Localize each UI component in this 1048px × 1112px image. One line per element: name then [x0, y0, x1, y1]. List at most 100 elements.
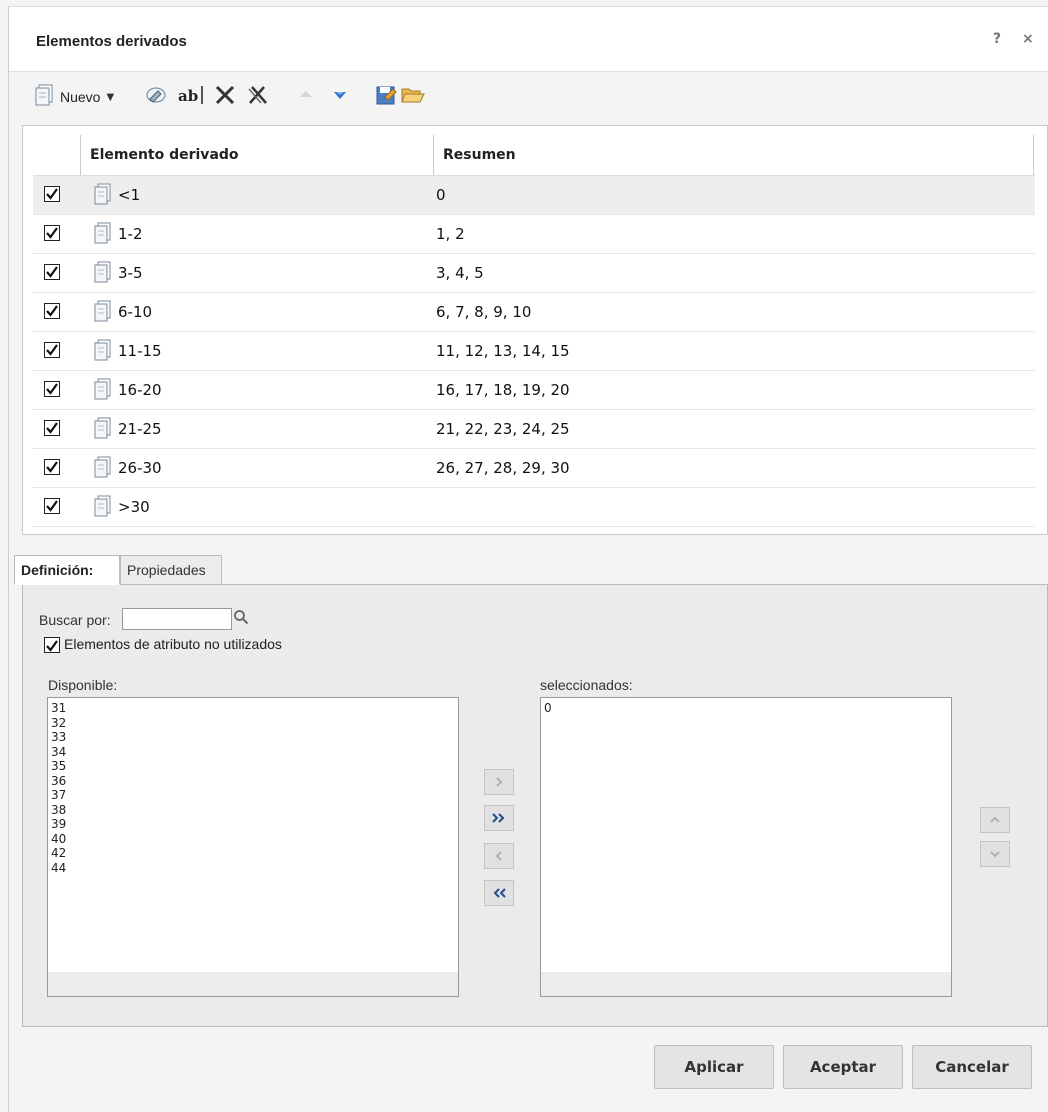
- delete-all-button[interactable]: [246, 84, 270, 110]
- row-checkbox[interactable]: [44, 381, 60, 397]
- chevron-down-icon[interactable]: ▼: [106, 92, 114, 103]
- unused-elements-checkbox[interactable]: [44, 637, 60, 653]
- available-list[interactable]: 31 32 33 34 35 36 37 38 39 40 42 44: [47, 697, 459, 997]
- accept-button[interactable]: Aceptar: [783, 1045, 903, 1089]
- delete-all-icon: [246, 83, 270, 111]
- chevron-down-icon: [990, 851, 1000, 858]
- help-button[interactable]: ?: [993, 31, 1001, 47]
- list-item[interactable]: 44: [48, 861, 458, 876]
- delete-button[interactable]: [213, 84, 237, 110]
- column-divider[interactable]: [433, 135, 434, 175]
- list-item[interactable]: 39: [48, 817, 458, 832]
- move-up-button[interactable]: [297, 84, 315, 110]
- row-summary: 21, 22, 23, 24, 25: [436, 420, 570, 438]
- list-item[interactable]: 35: [48, 759, 458, 774]
- table-row[interactable]: 6-10 6, 7, 8, 9, 10: [33, 293, 1035, 332]
- row-checkbox[interactable]: [44, 498, 60, 514]
- search-input[interactable]: [122, 608, 232, 630]
- search-icon[interactable]: [233, 609, 249, 629]
- new-button[interactable]: Nuevo ▼: [34, 84, 114, 110]
- table-row[interactable]: 3-5 3, 4, 5: [33, 254, 1035, 293]
- move-all-left-button[interactable]: [484, 880, 514, 906]
- column-header-element[interactable]: Elemento derivado: [90, 147, 239, 163]
- list-item[interactable]: 0: [541, 701, 951, 716]
- move-up-selected-button[interactable]: [980, 807, 1010, 833]
- column-divider[interactable]: [80, 135, 81, 175]
- search-label: Buscar por:: [39, 612, 111, 628]
- derived-element-icon: [91, 182, 115, 210]
- move-left-button[interactable]: [484, 843, 514, 869]
- derived-element-icon: [91, 377, 115, 405]
- derived-element-icon: [91, 260, 115, 288]
- tab-properties[interactable]: Propiedades: [120, 555, 222, 585]
- move-down-button[interactable]: [331, 84, 349, 110]
- row-summary: 11, 12, 13, 14, 15: [436, 342, 570, 360]
- row-summary: 0: [436, 186, 446, 204]
- move-right-button[interactable]: [484, 769, 514, 795]
- tab-definition[interactable]: Definición:: [14, 555, 120, 585]
- table-row[interactable]: <1 0: [33, 176, 1035, 215]
- double-chevron-left-icon: [493, 888, 506, 898]
- list-item[interactable]: 31: [48, 701, 458, 716]
- row-checkbox[interactable]: [44, 420, 60, 436]
- save-button[interactable]: [374, 84, 398, 110]
- list-item[interactable]: 38: [48, 803, 458, 818]
- row-checkbox[interactable]: [44, 303, 60, 319]
- list-footer: [48, 972, 458, 996]
- derived-element-icon: [91, 299, 115, 327]
- column-header-summary[interactable]: Resumen: [443, 147, 516, 163]
- arrow-down-icon: [331, 83, 349, 111]
- derived-elements-grid: Elemento derivado Resumen <1 0 1-2 1, 2 …: [22, 125, 1048, 535]
- table-row[interactable]: 21-25 21, 22, 23, 24, 25: [33, 410, 1035, 449]
- close-button[interactable]: ×: [1022, 31, 1034, 47]
- row-name: 3-5: [118, 264, 143, 282]
- row-checkbox[interactable]: [44, 225, 60, 241]
- chevron-up-icon: [990, 816, 1000, 823]
- cancel-button[interactable]: Cancelar: [912, 1045, 1032, 1089]
- row-checkbox[interactable]: [44, 186, 60, 202]
- rename-button[interactable]: ab: [177, 84, 205, 110]
- apply-button[interactable]: Aplicar: [654, 1045, 774, 1089]
- list-item[interactable]: 36: [48, 774, 458, 789]
- list-item[interactable]: 42: [48, 846, 458, 861]
- folder-open-icon: [400, 83, 426, 111]
- grid-rows: <1 0 1-2 1, 2 3-5 3, 4, 5 6-10 6, 7, 8, …: [33, 176, 1035, 527]
- list-item[interactable]: 34: [48, 745, 458, 760]
- derived-element-icon: [91, 494, 115, 522]
- table-row[interactable]: 1-2 1, 2: [33, 215, 1035, 254]
- row-name: 21-25: [118, 420, 162, 438]
- derived-element-icon: [91, 221, 115, 249]
- definition-panel: Buscar por: Elementos de atributo no uti…: [22, 584, 1048, 1027]
- edit-button[interactable]: [144, 84, 168, 110]
- row-checkbox[interactable]: [44, 342, 60, 358]
- table-row[interactable]: 16-20 16, 17, 18, 19, 20: [33, 371, 1035, 410]
- row-checkbox[interactable]: [44, 459, 60, 475]
- table-row[interactable]: >30: [33, 488, 1035, 527]
- row-checkbox[interactable]: [44, 264, 60, 280]
- row-name: 6-10: [118, 303, 153, 321]
- list-footer: [541, 972, 951, 996]
- list-item[interactable]: 40: [48, 832, 458, 847]
- derived-element-icon: [91, 338, 115, 366]
- arrow-up-icon: [297, 83, 315, 111]
- table-row[interactable]: 26-30 26, 27, 28, 29, 30: [33, 449, 1035, 488]
- column-divider[interactable]: [1033, 135, 1034, 175]
- list-item[interactable]: 33: [48, 730, 458, 745]
- svg-text:ab: ab: [178, 87, 198, 105]
- row-summary: 1, 2: [436, 225, 465, 243]
- row-name: <1: [118, 186, 141, 204]
- unused-elements-label: Elementos de atributo no utilizados: [64, 636, 282, 652]
- row-summary: 3, 4, 5: [436, 264, 484, 282]
- row-name: >30: [118, 498, 150, 516]
- dialog-titlebar: Elementos derivados ? ×: [9, 7, 1048, 72]
- move-down-selected-button[interactable]: [980, 841, 1010, 867]
- list-item[interactable]: 37: [48, 788, 458, 803]
- move-all-right-button[interactable]: [484, 805, 514, 831]
- derived-element-icon: [91, 416, 115, 444]
- toolbar: Nuevo ▼ ab: [9, 72, 1048, 124]
- list-item[interactable]: 32: [48, 716, 458, 731]
- selected-list[interactable]: 0: [540, 697, 952, 997]
- open-button[interactable]: [400, 84, 426, 110]
- table-row[interactable]: 11-15 11, 12, 13, 14, 15: [33, 332, 1035, 371]
- chevron-left-icon: [495, 851, 502, 861]
